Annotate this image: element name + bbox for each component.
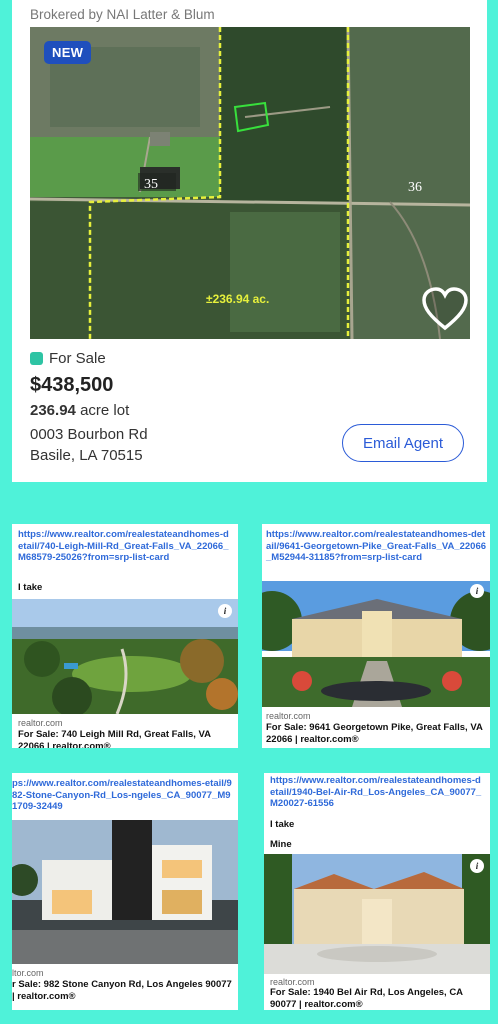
save-heart-icon[interactable] [420, 286, 470, 332]
listing-price: $438,500 [30, 374, 114, 396]
tile-url[interactable]: https://www.realtor.com/realestateandhom… [270, 775, 486, 810]
tile-note: Mine [270, 839, 292, 850]
screenshot-tile-stone-canyon[interactable]: ps://www.realtor.com/realestateandhomes-… [12, 773, 238, 1010]
info-icon[interactable]: i [470, 584, 484, 598]
screenshot-tile-bel-air[interactable]: https://www.realtor.com/realestateandhom… [264, 773, 490, 1010]
map-label-section-35: 35 [144, 177, 158, 192]
house-photo [264, 854, 490, 974]
broker-label: Brokered by NAI Latter & Blum [30, 7, 215, 22]
tile-url[interactable]: https://www.realtor.com/realestateandhom… [18, 529, 232, 564]
tile-site: realtor.com [18, 718, 63, 728]
status-dot-icon [30, 352, 43, 365]
tile-site: realtor.com [266, 711, 311, 721]
tile-caption: For Sale: 1940 Bel Air Rd, Los Angeles, … [270, 987, 463, 1010]
screenshot-tile-georgetown-pike[interactable]: https://www.realtor.com/realestateandhom… [262, 524, 490, 748]
listing-photo[interactable]: 35 36 ±236.94 ac. NEW [30, 27, 470, 339]
email-agent-button[interactable]: Email Agent [342, 424, 464, 462]
tile-site: ltor.com [12, 968, 44, 978]
info-icon[interactable]: i [218, 604, 232, 618]
lot-size-unit: acre lot [80, 402, 130, 419]
house-photo [262, 581, 490, 707]
tile-note: I take [18, 582, 43, 593]
new-badge: NEW [44, 41, 92, 64]
tile-url[interactable]: ps://www.realtor.com/realestateandhomes-… [12, 778, 234, 813]
screenshot-tile-leigh-mill[interactable]: https://www.realtor.com/realestateandhom… [12, 524, 238, 748]
listing-status: For Sale [30, 350, 106, 367]
status-text: For Sale [49, 350, 106, 367]
address-line-2: Basile, LA 70515 [30, 447, 143, 464]
house-photo [12, 599, 238, 714]
address-line-1: 0003 Bourbon Rd [30, 426, 148, 443]
property-listing-card[interactable]: Brokered by NAI Latter & Blum 35 36 ±236… [12, 0, 487, 482]
tile-caption: r Sale: 982 Stone Canyon Rd, Los Angeles… [12, 979, 232, 1002]
lot-size-value: 236.94 [30, 402, 76, 419]
tile-note: I take [270, 819, 295, 830]
house-photo [12, 820, 238, 964]
tile-site: realtor.com [270, 977, 315, 987]
aerial-map-image: 35 36 ±236.94 ac. [30, 27, 470, 339]
tile-url[interactable]: https://www.realtor.com/realestateandhom… [266, 529, 488, 564]
map-label-acreage: ±236.94 ac. [206, 292, 269, 306]
info-icon[interactable]: i [470, 859, 484, 873]
map-label-section-36: 36 [408, 180, 422, 195]
tile-caption: For Sale: 9641 Georgetown Pike, Great Fa… [266, 722, 483, 745]
tile-caption: For Sale: 740 Leigh Mill Rd, Great Falls… [18, 729, 211, 748]
lot-size: 236.94 acre lot [30, 402, 129, 419]
